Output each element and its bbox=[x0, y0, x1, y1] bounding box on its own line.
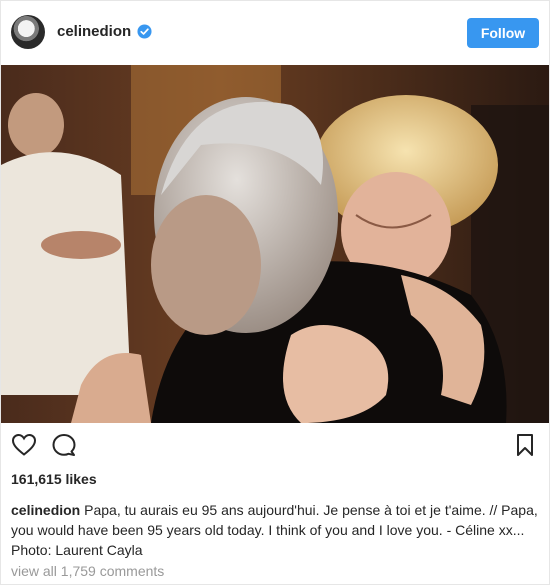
heart-icon[interactable] bbox=[11, 433, 37, 457]
view-all-comments-link[interactable]: view all 1,759 comments bbox=[11, 563, 164, 579]
caption: celinedion Papa, tu aurais eu 95 ans auj… bbox=[11, 500, 541, 560]
post-photo[interactable] bbox=[1, 65, 549, 423]
post-header: celinedion Follow bbox=[1, 1, 549, 66]
comment-bubble-icon[interactable] bbox=[51, 433, 77, 457]
action-bar bbox=[1, 427, 549, 463]
avatar[interactable] bbox=[11, 15, 45, 49]
follow-button[interactable]: Follow bbox=[467, 18, 539, 48]
caption-username[interactable]: celinedion bbox=[11, 502, 80, 518]
header-username[interactable]: celinedion bbox=[57, 23, 131, 40]
bookmark-icon[interactable] bbox=[515, 433, 535, 457]
verified-badge-icon bbox=[137, 24, 152, 39]
likes-count[interactable]: 161,615 likes bbox=[11, 471, 97, 487]
instagram-post: celinedion Follow 161,615 likes celinedi… bbox=[0, 0, 550, 585]
caption-text: Papa, tu aurais eu 95 ans aujourd'hui. J… bbox=[11, 502, 538, 558]
